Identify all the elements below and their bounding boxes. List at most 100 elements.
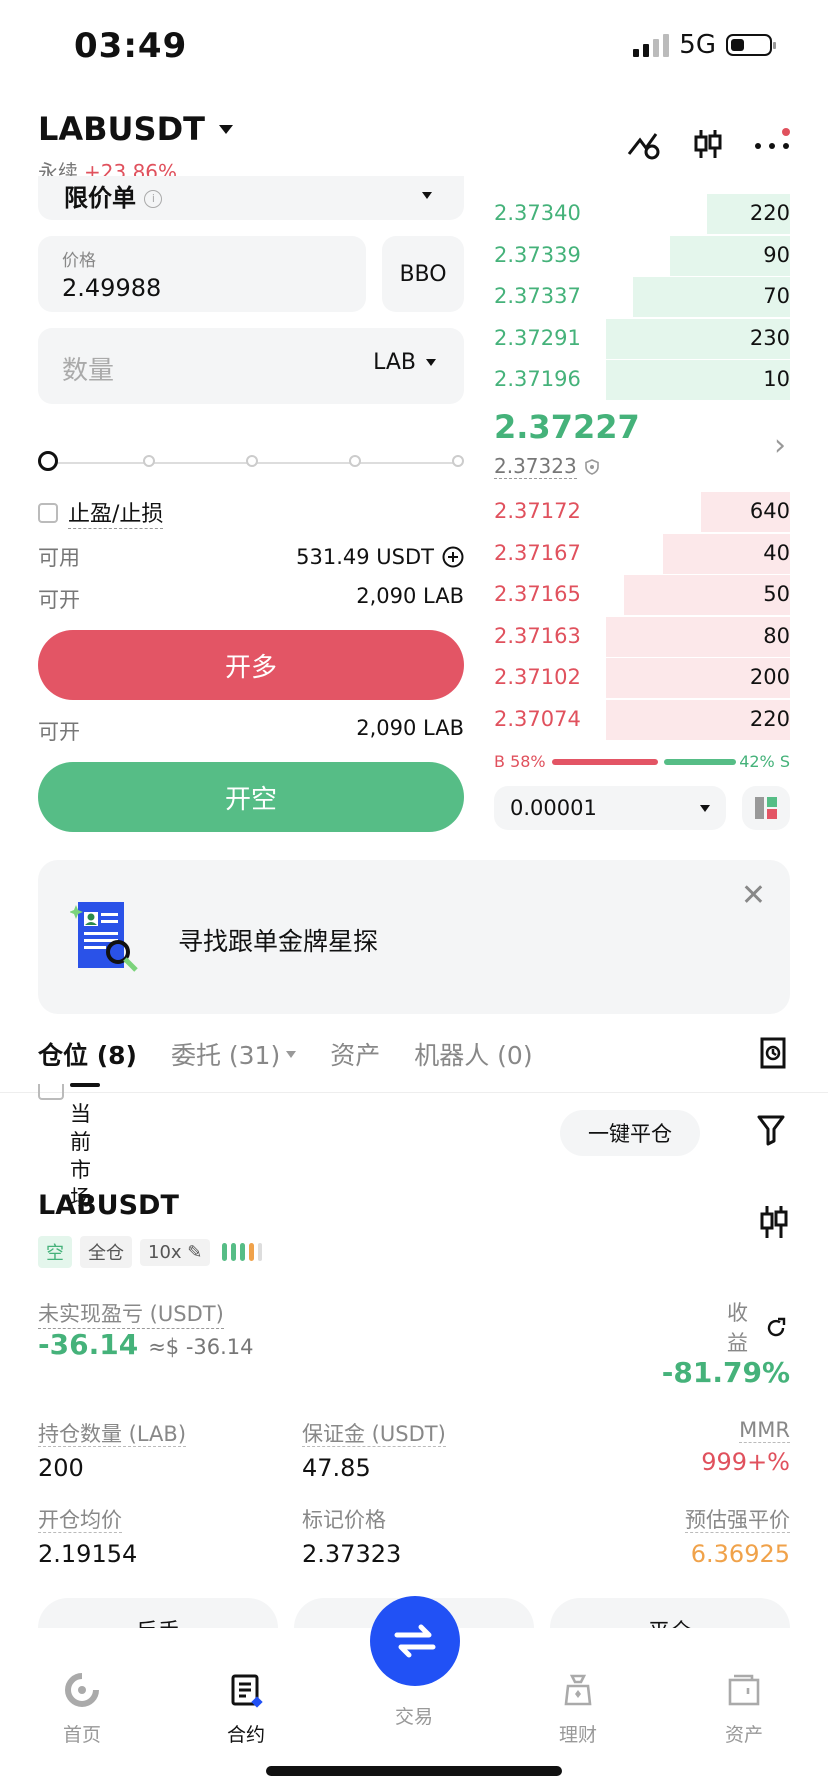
close-all-button[interactable]: 一键平仓 [560, 1110, 700, 1156]
bid-price: 2.37074 [494, 707, 581, 731]
tab-positions[interactable]: 仓位 (8) [38, 1036, 137, 1072]
slider-stop-100[interactable] [452, 455, 464, 467]
ask-qty: 220 [749, 201, 790, 225]
size-field: 持仓数量 (LAB) 200 [38, 1418, 187, 1482]
bid-qty: 50 [763, 582, 790, 607]
filter-icon[interactable] [756, 1114, 786, 1146]
chevron-right-icon[interactable]: › [774, 428, 786, 463]
ask-row[interactable]: 2.37291 230 [494, 318, 790, 359]
tp-sl-checkbox[interactable] [38, 502, 58, 523]
share-icon[interactable] [764, 1316, 788, 1340]
entry-label: 开仓均价 [38, 1508, 122, 1533]
wallet-icon [728, 1674, 760, 1706]
promo-banner[interactable]: 寻找跟单金牌星探 ✕ [38, 860, 790, 1014]
history-icon[interactable] [758, 1036, 788, 1070]
caret-down-icon [426, 359, 436, 366]
tabbar-earn[interactable]: 理财 [528, 1668, 628, 1747]
mmr-value: 999+% [701, 1448, 790, 1476]
ask-price: 2.37291 [494, 325, 581, 350]
margin-value: 47.85 [302, 1454, 371, 1482]
bid-row[interactable]: 2.37167 40 [494, 533, 790, 574]
tabs-divider [0, 1092, 828, 1093]
tabbar-futures[interactable]: 合约 [196, 1668, 296, 1747]
mark-field: 标记价格 2.37323 [302, 1504, 401, 1568]
open-long-button[interactable]: 开多 [38, 630, 464, 700]
quantity-unit-select[interactable]: LAB [373, 350, 436, 375]
bid-qty: 40 [763, 540, 790, 565]
slider-stop-25[interactable] [143, 455, 155, 467]
current-market-checkbox[interactable] [38, 1084, 64, 1100]
tabbar-assets[interactable]: 资产 [694, 1668, 794, 1747]
available-label: 可用 [38, 546, 80, 570]
ask-qty: 90 [763, 242, 790, 267]
liq-field: 预估强平价 6.36925 [685, 1504, 790, 1568]
ask-row[interactable]: 2.37339 90 [494, 235, 790, 276]
roe-label: 收益 [727, 1301, 748, 1355]
size-label: 持仓数量 (LAB) [38, 1422, 187, 1447]
upnl-row: -36.14 ≈$ -36.14 [38, 1328, 254, 1361]
slider-stop-50[interactable] [246, 455, 258, 467]
caret-down-icon [218, 124, 233, 134]
edit-icon: ✎ [187, 1241, 203, 1263]
home-icon [65, 1673, 99, 1707]
ask-qty: 10 [763, 367, 790, 392]
tab-orders[interactable]: 委托 (31) [171, 1036, 297, 1072]
tp-sl-toggle[interactable]: 止盈/止损 [38, 496, 164, 529]
pair-name: LABUSDT [38, 110, 205, 148]
precision-value: 0.00001 [510, 796, 597, 820]
caret-down-icon [700, 804, 710, 812]
ask-row[interactable]: 2.37340 220 [494, 194, 790, 234]
add-funds-icon[interactable] [442, 546, 464, 568]
buy-ratio: B 58% [494, 752, 546, 771]
mark-price: 2.37323 [494, 454, 577, 479]
open-short-button[interactable]: 开空 [38, 762, 464, 832]
caret-down-icon [286, 1050, 297, 1058]
upnl-value: -36.14 [38, 1328, 139, 1361]
trade-fab-button[interactable] [370, 1596, 460, 1686]
ask-row[interactable]: 2.37337 70 [494, 277, 790, 318]
bbo-button[interactable]: BBO [382, 236, 464, 312]
side-tag: 空 [38, 1236, 72, 1268]
pair-selector[interactable]: LABUSDT [38, 110, 233, 148]
close-icon[interactable]: ✕ [741, 878, 766, 913]
status-time: 03:49 [74, 26, 188, 66]
more-icon[interactable] [754, 128, 790, 160]
bid-row[interactable]: 2.37165 50 [494, 575, 790, 616]
active-tab-indicator [70, 1083, 100, 1087]
bid-row[interactable]: 2.37172 640 [494, 492, 790, 532]
bid-row[interactable]: 2.37102 200 [494, 658, 790, 699]
adl-indicator [222, 1243, 263, 1261]
tp-sl-label: 止盈/止损 [68, 496, 164, 529]
quantity-input[interactable]: 数量 LAB [38, 328, 464, 404]
quantity-placeholder: 数量 [62, 356, 115, 386]
mark-label: 标记价格 [302, 1508, 386, 1532]
trade-signal-icon[interactable] [626, 128, 662, 160]
candlestick-icon[interactable] [692, 128, 724, 160]
size-value: 200 [38, 1454, 84, 1482]
tabbar-trade[interactable]: 交易 [364, 1702, 464, 1729]
tab-bots[interactable]: 机器人 (0) [414, 1036, 532, 1072]
bid-row[interactable]: 2.37074 220 [494, 700, 790, 740]
roe-value: -81.79% [661, 1356, 790, 1389]
ask-price: 2.37196 [494, 367, 581, 392]
bid-row[interactable]: 2.37163 80 [494, 616, 790, 657]
slider-stop-75[interactable] [349, 455, 361, 467]
leverage-tag[interactable]: 10x ✎ [140, 1238, 211, 1266]
liq-value: 6.36925 [690, 1540, 790, 1568]
price-input[interactable]: 价格 2.49988 [38, 236, 366, 312]
order-type-select[interactable]: 限价单 i [38, 176, 464, 220]
bid-price: 2.37102 [494, 665, 581, 690]
candlestick-icon[interactable] [758, 1204, 790, 1240]
slider-handle[interactable] [38, 451, 58, 471]
tab-assets[interactable]: 资产 [330, 1036, 380, 1072]
ask-row[interactable]: 2.37196 10 [494, 360, 790, 401]
tabbar-home[interactable]: 首页 [32, 1668, 132, 1747]
precision-select[interactable]: 0.00001 [494, 786, 726, 830]
open-long-max-value: 2,090 LAB [356, 584, 464, 608]
bid-qty: 220 [749, 707, 790, 731]
sell-ratio-bar [664, 759, 736, 765]
position-symbol[interactable]: LABUSDT [38, 1190, 179, 1221]
orderbook-layout-icon[interactable] [742, 786, 790, 830]
tabbar-earn-label: 理财 [558, 1724, 597, 1746]
entry-field: 开仓均价 2.19154 [38, 1504, 137, 1568]
